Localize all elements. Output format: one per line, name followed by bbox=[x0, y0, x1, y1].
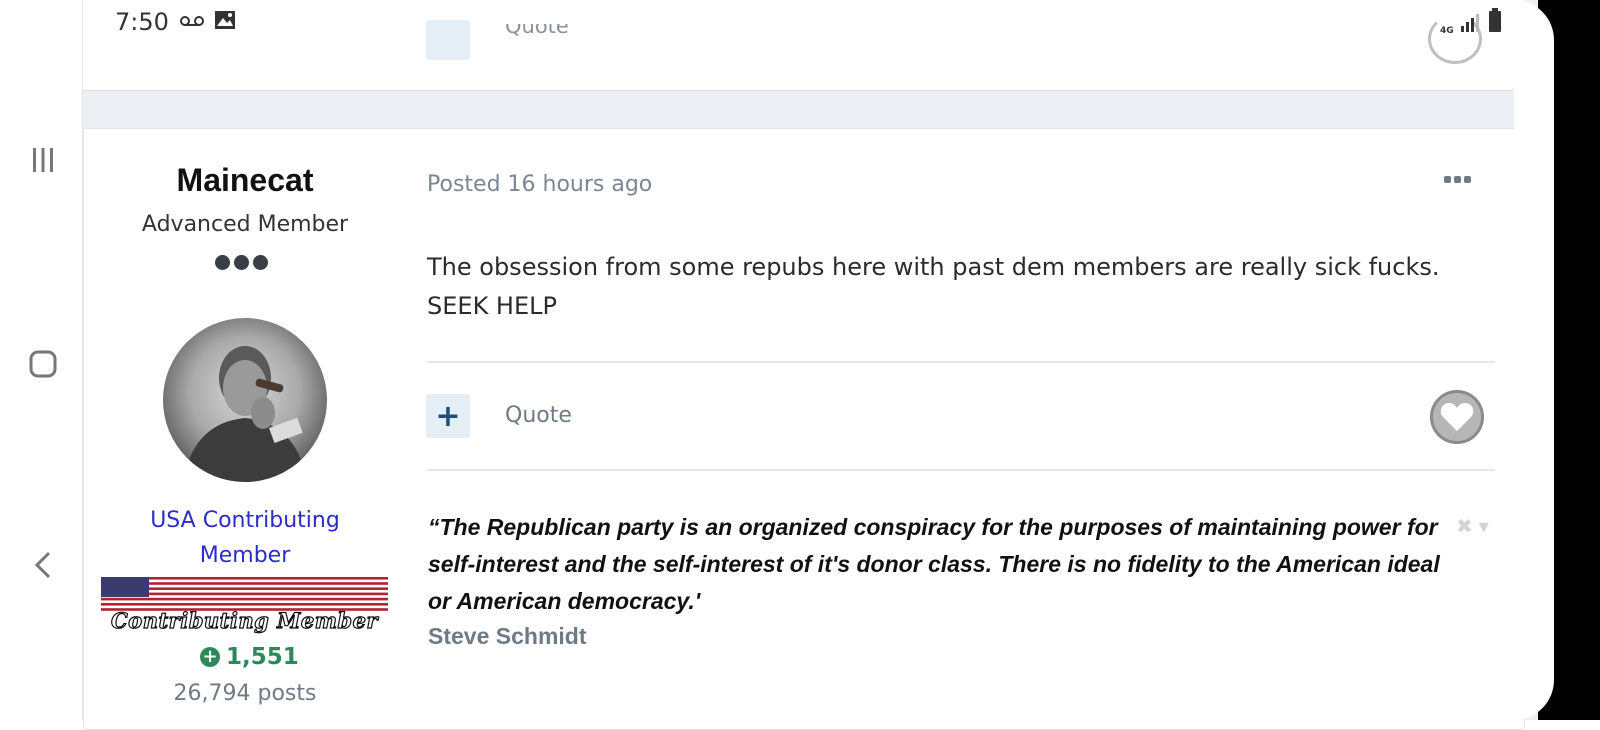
post-body-line: SEEK HELP bbox=[427, 292, 557, 320]
badge-text: Contributing Member bbox=[110, 607, 379, 633]
previous-post-footer bbox=[83, 0, 1523, 91]
quote-button[interactable]: Quote bbox=[505, 403, 572, 428]
author-name[interactable]: Mainecat bbox=[130, 162, 360, 199]
us-flag-icon bbox=[101, 577, 388, 611]
home-icon[interactable] bbox=[28, 349, 58, 379]
reputation: + 1,551 bbox=[200, 644, 299, 670]
back-icon[interactable] bbox=[28, 550, 58, 580]
divider bbox=[427, 361, 1495, 363]
divider bbox=[427, 469, 1495, 471]
signature-controls[interactable]: ✖ ▾ bbox=[1456, 514, 1489, 538]
post-body: The obsession from some repubs here with… bbox=[427, 248, 1487, 326]
previous-post-quote-link[interactable]: Quote bbox=[505, 24, 569, 48]
plus-button[interactable]: + bbox=[426, 394, 470, 438]
status-left-icons bbox=[180, 10, 236, 34]
android-nav-bar bbox=[0, 0, 83, 720]
signature-quote: “The Republican party is an organized co… bbox=[428, 514, 1440, 614]
voicemail-icon bbox=[180, 13, 204, 32]
close-icon[interactable]: ✖ bbox=[1456, 514, 1473, 538]
gallery-icon bbox=[214, 10, 236, 34]
post-count: 26,794 posts bbox=[173, 681, 317, 706]
reputation-plus-icon: + bbox=[200, 647, 220, 667]
avatar[interactable] bbox=[163, 318, 327, 482]
chevron-down-icon[interactable]: ▾ bbox=[1479, 514, 1489, 538]
status-time: 7:50 bbox=[115, 8, 169, 36]
previous-post-plus-button[interactable] bbox=[426, 20, 470, 60]
contributing-member-badge: Contributing Member bbox=[101, 577, 388, 634]
post-timestamp[interactable]: Posted 16 hours ago bbox=[427, 172, 652, 197]
member-group-label: USA Contributing Member bbox=[150, 508, 340, 568]
author-rank: Advanced Member bbox=[141, 212, 349, 237]
network-label: 4G bbox=[1440, 26, 1454, 36]
rank-pips bbox=[215, 255, 268, 270]
post-body-line: The obsession from some repubs here with… bbox=[427, 253, 1440, 281]
reputation-count: 1,551 bbox=[226, 644, 299, 670]
signal-icon bbox=[1460, 12, 1482, 36]
recent-apps-icon[interactable] bbox=[28, 145, 58, 175]
status-right-icons: 4G bbox=[1440, 8, 1502, 36]
battery-icon bbox=[1488, 8, 1502, 36]
screen-edge bbox=[1514, 0, 1554, 720]
more-icon[interactable] bbox=[1444, 176, 1471, 183]
signature-author: Steve Schmidt bbox=[428, 623, 587, 649]
heart-icon[interactable] bbox=[1430, 390, 1484, 444]
